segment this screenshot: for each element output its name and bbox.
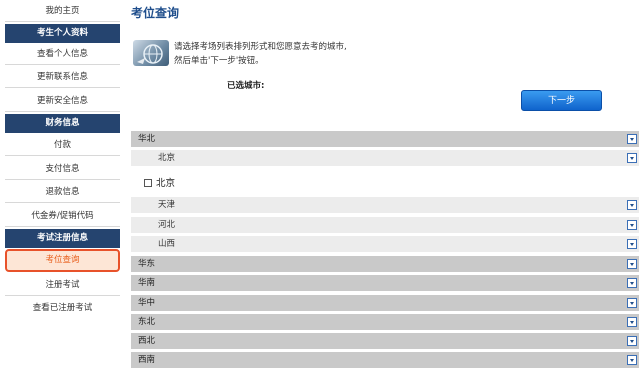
beijing-checkbox[interactable] xyxy=(144,178,152,187)
region-label: 华北 xyxy=(138,134,156,144)
sidebar-item-view-registered[interactable]: 查看已注册考试 xyxy=(5,297,120,319)
checkbox-label: 北京 xyxy=(156,178,176,189)
page-title: 考位查询 xyxy=(131,6,180,20)
city-row-tianjin[interactable]: 天津 xyxy=(131,197,639,213)
instruction-line-2: 然后单击'下一步'按钮。 xyxy=(174,56,264,66)
city-row-beijing[interactable]: 北京 xyxy=(131,150,639,166)
region-label: 华中 xyxy=(138,298,156,308)
globe-icon xyxy=(133,40,169,66)
dropdown-arrow-icon[interactable] xyxy=(627,317,637,327)
city-row-shanxi[interactable]: 山西 xyxy=(131,236,639,252)
city-checkbox-row[interactable]: 北京 xyxy=(144,177,175,191)
dropdown-arrow-icon[interactable] xyxy=(627,153,637,163)
region-south[interactable]: 华南 xyxy=(131,275,639,291)
region-label: 华东 xyxy=(138,259,156,269)
instruction-text: 请选择考场列表排列形式和您愿意去考的城市, 然后单击'下一步'按钮。 xyxy=(174,40,347,68)
sidebar-item-update-security[interactable]: 更新安全信息 xyxy=(5,90,120,112)
main-content: 考位查询 请选择考场列表排列形式和您愿意去考的城市, 然后单击'下一步'按钮。 … xyxy=(131,0,641,373)
sidebar-item-refund-info[interactable]: 退款信息 xyxy=(5,181,120,203)
dropdown-arrow-icon[interactable] xyxy=(627,134,637,144)
instruction-line-1: 请选择考场列表排列形式和您愿意去考的城市, xyxy=(174,42,347,52)
region-east[interactable]: 华东 xyxy=(131,256,639,272)
sidebar-item-payment[interactable]: 付款 xyxy=(5,134,120,156)
region-north[interactable]: 华北 xyxy=(131,131,639,147)
region-central[interactable]: 华中 xyxy=(131,295,639,311)
sidebar-item-seat-query[interactable]: 考位查询 xyxy=(5,249,120,272)
sidebar: 我的主页 考生个人资料 查看个人信息 更新联系信息 更新安全信息 财务信息 付款… xyxy=(0,0,123,373)
city-label: 天津 xyxy=(158,200,176,210)
dropdown-arrow-icon[interactable] xyxy=(627,298,637,308)
region-label: 西北 xyxy=(138,336,156,346)
dropdown-arrow-icon[interactable] xyxy=(627,278,637,288)
region-northeast[interactable]: 东北 xyxy=(131,314,639,330)
sidebar-section-exam: 考试注册信息 xyxy=(5,229,120,248)
region-label: 东北 xyxy=(138,317,156,327)
sidebar-item-my-home[interactable]: 我的主页 xyxy=(5,0,120,22)
city-label: 山西 xyxy=(158,239,176,249)
dropdown-arrow-icon[interactable] xyxy=(627,336,637,346)
sidebar-item-payment-info[interactable]: 支付信息 xyxy=(5,158,120,180)
selected-city-label: 已选城市: xyxy=(227,81,265,91)
region-label: 华南 xyxy=(138,278,156,288)
sidebar-item-view-personal[interactable]: 查看个人信息 xyxy=(5,43,120,65)
dropdown-arrow-icon[interactable] xyxy=(627,220,637,230)
region-label: 西南 xyxy=(138,355,156,365)
dropdown-arrow-icon[interactable] xyxy=(627,239,637,249)
region-northwest[interactable]: 西北 xyxy=(131,333,639,349)
sidebar-section-finance: 财务信息 xyxy=(5,114,120,133)
sidebar-item-update-contact[interactable]: 更新联系信息 xyxy=(5,66,120,88)
dropdown-arrow-icon[interactable] xyxy=(627,355,637,365)
city-row-hebei[interactable]: 河北 xyxy=(131,217,639,233)
dropdown-arrow-icon[interactable] xyxy=(627,259,637,269)
next-button[interactable]: 下一步 xyxy=(521,90,602,111)
city-label: 北京 xyxy=(158,153,176,163)
sidebar-section-personal: 考生个人资料 xyxy=(5,24,120,43)
dropdown-arrow-icon[interactable] xyxy=(627,200,637,210)
sidebar-item-register-exam[interactable]: 注册考试 xyxy=(5,274,120,296)
sidebar-item-voucher[interactable]: 代金券/促销代码 xyxy=(5,205,120,227)
region-southwest[interactable]: 西南 xyxy=(131,352,639,368)
city-label: 河北 xyxy=(158,220,176,230)
